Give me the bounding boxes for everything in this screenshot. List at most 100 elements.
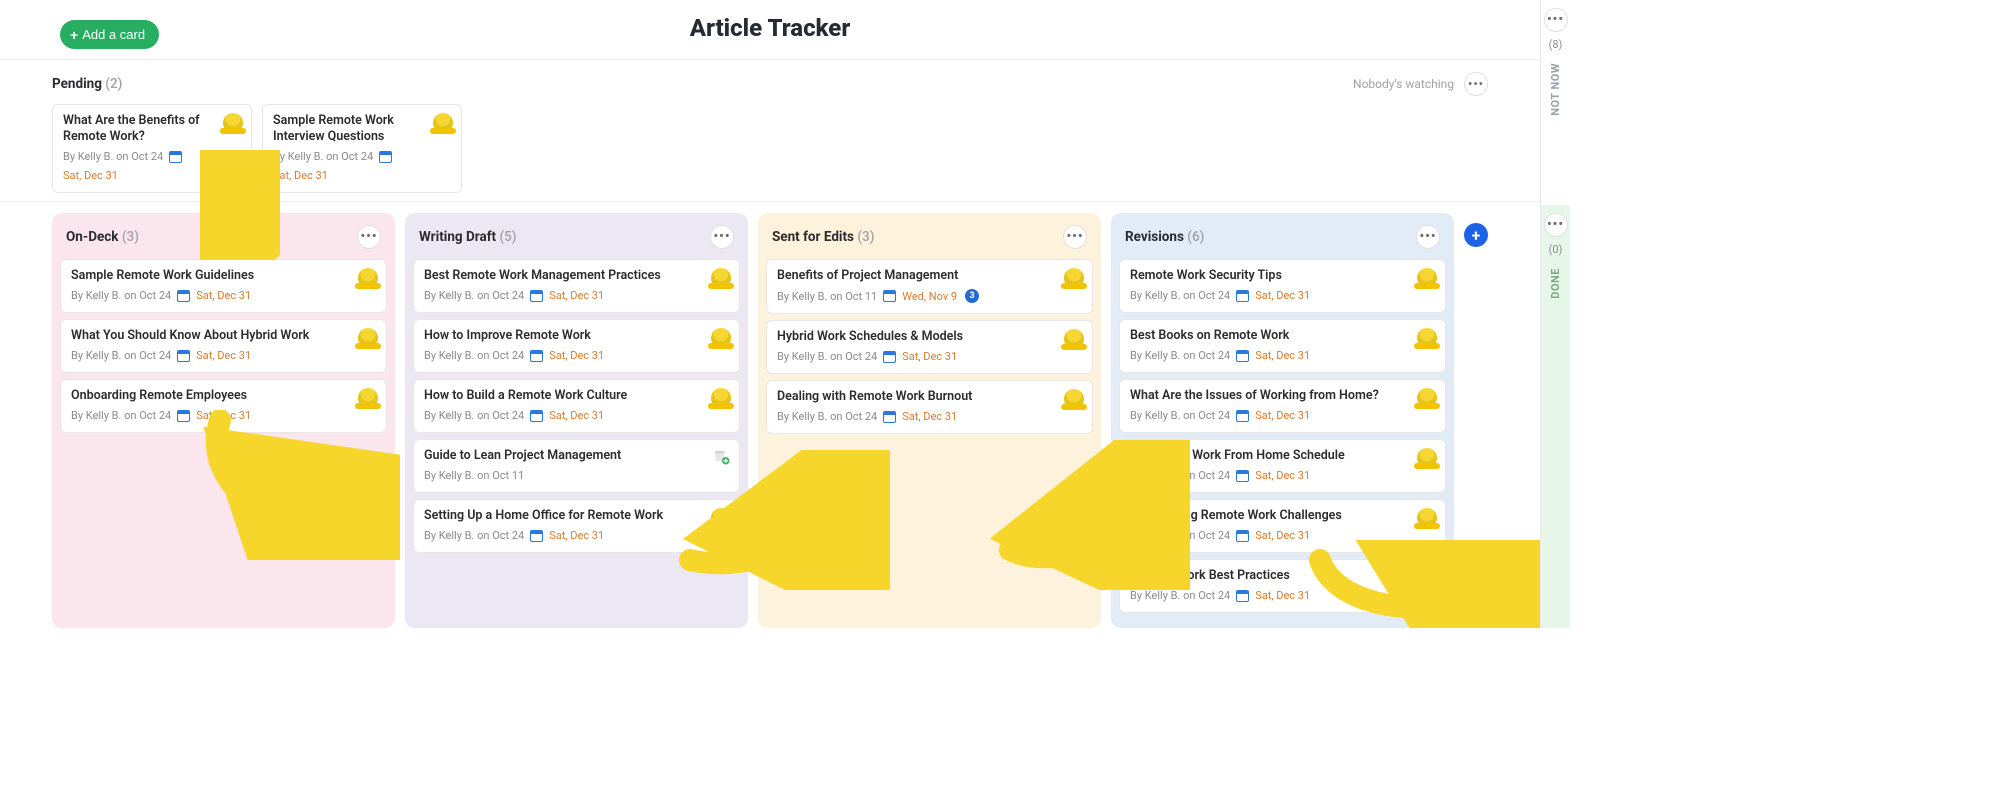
card-meta: By Kelly B. on Oct 24 Sat, Dec 31 [424,289,729,302]
calendar-icon [177,410,190,422]
top-bar: + Add a card Article Tracker [0,0,1540,60]
card-due: Sat, Dec 31 [1255,289,1310,302]
column-title: Sent for Edits (3) [772,229,874,245]
card-due: Sat, Dec 31 [1255,529,1310,542]
card-byline: By Kelly B. on Oct 24 [777,350,877,363]
card-due: Sat, Dec 31 [1255,349,1310,362]
board-card[interactable]: Sample Remote Work Guidelines By Kelly B… [60,259,387,313]
card-title: How to Improve Remote Work [424,328,729,343]
avatar [1417,508,1437,528]
calendar-icon [883,351,896,363]
board-card[interactable]: Setting Up a Home Office for Remote Work… [413,499,740,553]
calendar-icon [379,151,392,163]
avatar [1417,328,1437,348]
avatar [358,328,378,348]
calendar-icon [530,410,543,422]
column-title: Revisions (6) [1125,229,1204,245]
avatar [1417,568,1437,588]
card-due: Sat, Dec 31 [196,349,251,362]
board-card[interactable]: How to Improve Remote Work By Kelly B. o… [413,319,740,373]
rail-notnow-label[interactable]: NOT NOW [1549,63,1562,116]
board-card[interactable]: Remote Work Security Tips By Kelly B. on… [1119,259,1446,313]
calendar-icon [177,350,190,362]
avatar [223,113,243,133]
add-column-button[interactable]: + [1464,223,1488,247]
calendar-icon [169,151,182,163]
avatar [358,388,378,408]
card-due: Sat, Dec 31 [549,409,604,422]
card-title: Setting Up a Home Office for Remote Work [424,508,729,523]
board-card[interactable]: Remote Work Best Practices By Kelly B. o… [1119,559,1446,613]
rail-done-label[interactable]: DONE [1549,268,1562,299]
card-byline: By Kelly B. on Oct 24 [777,410,877,423]
board-card[interactable]: Overcoming Remote Work Challenges By Kel… [1119,499,1446,553]
card-byline: By Kelly B. on Oct 24 [424,529,524,542]
board-card[interactable]: Benefits of Project Management By Kelly … [766,259,1093,314]
card-meta: By Kelly B. on Oct 11 Wed, Nov 93 [777,289,1082,303]
column-count: (3) [122,229,139,245]
card-due: Sat, Dec 31 [196,289,251,302]
card-meta: By Kelly B. on Oct 24 Sat, Dec 31 [424,529,729,542]
calendar-icon [1236,410,1249,422]
card-byline: By Kelly B. on Oct 24 [71,349,171,362]
pending-more-button[interactable]: ••• [1464,72,1488,96]
board-card[interactable]: What You Should Know About Hybrid Work B… [60,319,387,373]
column-count: (6) [1187,229,1204,245]
card-title: Remote Work Best Practices [1130,568,1435,583]
calendar-icon [1236,590,1249,602]
card-byline: By Kelly B. on Oct 24 [424,289,524,302]
avatar [711,388,731,408]
board-title: Article Tracker [690,14,851,42]
card-meta: By Kelly B. on Oct 11 [424,469,729,482]
avatar [711,268,731,288]
card-meta: By Kelly B. on Oct 24 Sat, Dec 31 [1130,289,1435,302]
column-more-button[interactable]: ••• [1416,225,1440,249]
board-card[interactable]: Onboarding Remote Employees By Kelly B. … [60,379,387,433]
card-due: Sat, Dec 31 [1255,469,1310,482]
assign-add-icon[interactable] [713,448,731,466]
calendar-icon [530,530,543,542]
board-card[interactable]: Guide to Lean Project Management By Kell… [413,439,740,493]
card-title: What You Should Know About Hybrid Work [71,328,376,343]
rail-notnow-more-button[interactable]: ••• [1544,8,1568,32]
watchers-text: Nobody's watching [1353,77,1454,91]
board-card[interactable]: How to Build a Remote Work Culture By Ke… [413,379,740,433]
card-title: Benefits of Project Management [777,268,1082,283]
column-writing: Writing Draft (5) ••• Best Remote Work M… [405,213,748,628]
add-card-button[interactable]: + Add a card [60,20,159,49]
pending-card[interactable]: What Are the Benefits of Remote Work? By… [52,104,252,193]
card-meta: By Kelly B. on Oct 24 Sat, Dec 31 [71,349,376,362]
column-more-button[interactable]: ••• [710,225,734,249]
board-card[interactable]: Hybrid Work Schedules & Models By Kelly … [766,320,1093,374]
card-due: Sat, Dec 31 [1255,589,1310,602]
board-card[interactable]: Creating A Work From Home Schedule By Ke… [1119,439,1446,493]
board-card[interactable]: Dealing with Remote Work Burnout By Kell… [766,380,1093,434]
card-meta: By Kelly B. on Oct 24 Sat, Dec 31 [1130,589,1435,602]
card-due: Sat, Dec 31 [902,410,957,423]
avatar [711,328,731,348]
column-title-text: Writing Draft [419,229,496,245]
comment-count-badge: 3 [965,289,979,303]
card-title: Overcoming Remote Work Challenges [1130,508,1435,523]
card-meta: By Kelly B. on Oct 24 Sat, Dec 31 [424,349,729,362]
column-more-button[interactable]: ••• [1063,225,1087,249]
rail-done-more-button[interactable]: ••• [1544,213,1568,237]
avatar [1417,268,1437,288]
board-card[interactable]: What Are the Issues of Working from Home… [1119,379,1446,433]
card-byline: By Kelly B. on Oct 24 [71,409,171,422]
card-meta: By Kelly B. on Oct 24 Sat, Dec 31 [63,150,241,182]
pending-card[interactable]: Sample Remote Work Interview Questions B… [262,104,462,193]
board-card[interactable]: Best Remote Work Management Practices By… [413,259,740,313]
calendar-icon [1236,530,1249,542]
board-card[interactable]: Best Books on Remote Work By Kelly B. on… [1119,319,1446,373]
pending-title: Pending (2) [52,76,122,92]
column-count: (3) [857,229,874,245]
card-byline: By Kelly B. on Oct 24 [71,289,171,302]
card-title: Guide to Lean Project Management [424,448,729,463]
card-meta: By Kelly B. on Oct 24 Sat, Dec 31 [1130,409,1435,422]
calendar-icon [1236,350,1249,362]
card-due: Sat, Dec 31 [273,169,328,182]
calendar-icon [1236,470,1249,482]
card-title: Creating A Work From Home Schedule [1130,448,1435,463]
column-more-button[interactable]: ••• [357,225,381,249]
